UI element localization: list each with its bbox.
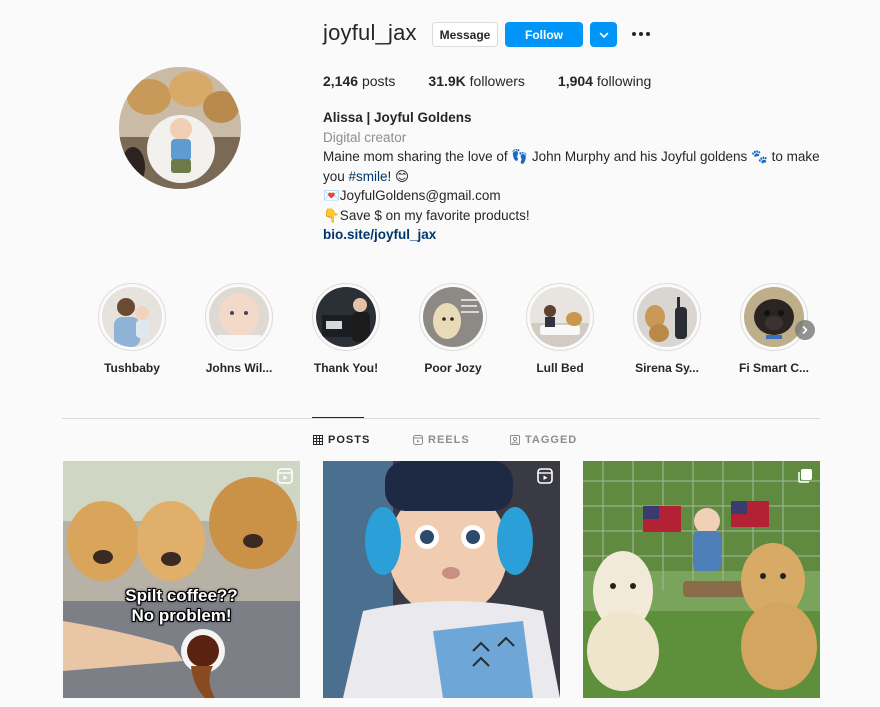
profile-avatar[interactable] xyxy=(119,67,241,189)
tagged-icon xyxy=(510,435,520,445)
highlight-item[interactable]: Lull Bed xyxy=(515,283,605,375)
post-overlay-line-2: No problem! xyxy=(131,606,232,625)
suggested-accounts-button[interactable] xyxy=(590,22,617,47)
post-overlay-line-1: Spilt coffee?? xyxy=(125,586,238,605)
post-thumbnail[interactable] xyxy=(583,461,820,698)
post-thumbnail[interactable]: Spilt coffee?? No problem! xyxy=(63,461,300,698)
highlight-cover xyxy=(530,287,590,347)
hashtag-link[interactable]: #smile xyxy=(349,169,388,184)
carousel-icon xyxy=(798,469,812,483)
highlight-ring xyxy=(205,283,273,351)
highlight-cover xyxy=(316,287,376,347)
active-tab-indicator xyxy=(312,417,364,418)
highlight-item[interactable]: Johns Wil... xyxy=(194,283,284,375)
post-image xyxy=(583,461,820,698)
bio-line-2: you #smile! 😊 xyxy=(323,167,823,187)
tab-posts[interactable]: POSTS xyxy=(313,434,370,446)
profile-bio: Alissa | Joyful Goldens Digital creator … xyxy=(323,108,823,245)
highlight-ring xyxy=(312,283,380,351)
highlight-item[interactable]: Poor Jozy xyxy=(408,283,498,375)
message-button[interactable]: Message xyxy=(432,22,498,47)
reels-icon xyxy=(413,435,423,445)
highlight-item[interactable]: Sirena Sy... xyxy=(622,283,712,375)
tabs-divider xyxy=(62,418,820,419)
highlights-next-button[interactable] xyxy=(795,320,815,340)
followers-stat[interactable]: 31.9K followers xyxy=(428,73,525,89)
bio-line-2-end: ! 😊 xyxy=(387,168,410,184)
tab-tagged-label: TAGGED xyxy=(525,434,578,446)
highlight-ring xyxy=(633,283,701,351)
bio-email: 💌JoyfulGoldens@gmail.com xyxy=(323,188,501,203)
following-stat-label: following xyxy=(596,73,652,89)
highlight-cover xyxy=(102,287,162,347)
tab-reels[interactable]: REELS xyxy=(413,434,470,446)
post-overlay-caption: Spilt coffee?? No problem! xyxy=(63,586,300,626)
bio-save-line: 👇Save $ on my favorite products! xyxy=(323,207,530,223)
highlight-cover xyxy=(744,287,804,347)
profile-stats: 2,146 posts 31.9K followers 1,904 follow… xyxy=(323,73,684,89)
chevron-down-icon xyxy=(599,32,608,38)
highlight-item[interactable]: Tushbaby xyxy=(87,283,177,375)
reel-icon xyxy=(277,468,293,484)
highlight-ring xyxy=(740,283,808,351)
more-options-icon xyxy=(632,32,650,36)
posts-stat: 2,146 posts xyxy=(323,73,395,89)
highlight-label: Poor Jozy xyxy=(424,361,482,375)
bio-line-1: Maine mom sharing the love of 👣 John Mur… xyxy=(323,149,820,164)
bio-line-2-start: you xyxy=(323,168,349,184)
highlight-label: Johns Wil... xyxy=(205,361,273,375)
highlight-label: Fi Smart C... xyxy=(738,361,809,375)
tab-reels-label: REELS xyxy=(428,434,470,446)
follow-button[interactable]: Follow xyxy=(505,22,583,47)
post-image xyxy=(63,461,300,698)
highlight-cover xyxy=(209,287,269,347)
profile-category: Digital creator xyxy=(323,129,407,145)
highlight-cover xyxy=(637,287,697,347)
highlight-label: Thank You! xyxy=(313,361,379,375)
followers-stat-label: followers xyxy=(469,73,525,89)
posts-count: 2,146 xyxy=(323,73,359,89)
post-thumbnail[interactable] xyxy=(323,461,560,698)
options-button[interactable] xyxy=(629,24,653,44)
grid-icon xyxy=(313,435,323,445)
highlight-label: Lull Bed xyxy=(536,361,584,375)
profile-full-name: Alissa | Joyful Goldens xyxy=(323,110,472,125)
bio-external-link[interactable]: bio.site/joyful_jax xyxy=(323,225,823,245)
tab-posts-label: POSTS xyxy=(328,434,371,446)
highlight-ring xyxy=(526,283,594,351)
highlight-label: Sirena Sy... xyxy=(635,361,699,375)
highlight-cover xyxy=(423,287,483,347)
reel-icon xyxy=(537,468,553,484)
followers-count: 31.9K xyxy=(428,73,466,89)
highlight-ring xyxy=(419,283,487,351)
following-count: 1,904 xyxy=(557,73,593,89)
highlight-ring xyxy=(98,283,166,351)
highlight-item[interactable]: Thank You! xyxy=(301,283,391,375)
profile-username: joyful_jax xyxy=(323,20,417,45)
posts-stat-label: posts xyxy=(361,73,396,89)
following-stat[interactable]: 1,904 following xyxy=(558,73,651,89)
chevron-right-icon xyxy=(802,326,808,334)
post-image xyxy=(323,461,560,698)
tab-tagged[interactable]: TAGGED xyxy=(510,434,577,446)
highlight-label: Tushbaby xyxy=(104,361,160,375)
